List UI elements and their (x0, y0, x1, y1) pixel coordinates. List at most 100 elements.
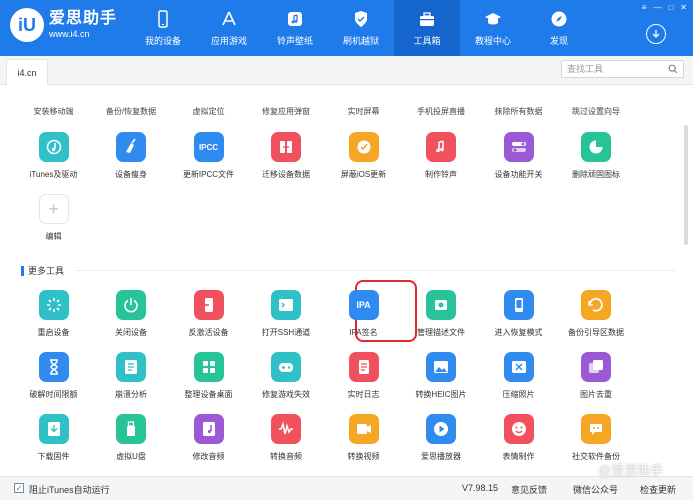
video-icon (348, 414, 379, 444)
tool-item[interactable]: 制作铃声 (403, 132, 480, 180)
power-icon (116, 290, 146, 320)
tool-item[interactable]: 进入恢复模式 (480, 290, 557, 338)
backup-boot-icon (581, 290, 611, 320)
itunes-autorun-label[interactable]: 阻止iTunes自动运行 (29, 483, 110, 496)
tool-item[interactable]: IPA IPA签名 (325, 290, 402, 338)
tool-label-scrolled[interactable]: 修复应用弹窗 (248, 106, 325, 117)
tool-label: 设备瘦身 (115, 170, 147, 179)
tool-item[interactable]: 虚拟U盘 (93, 414, 170, 462)
nav-item-6[interactable]: 发现 (526, 0, 592, 56)
tool-label-scrolled[interactable]: 实时屏幕 (325, 106, 402, 117)
tool-item[interactable]: 整理设备桌面 (170, 352, 247, 400)
title-bar: iU 爱思助手 www.i4.cn 我的设备 应用游戏 铃声壁纸 刷机越狱 工具箱 教程中… (0, 0, 693, 56)
tool-item[interactable]: 爱思播放器 (403, 414, 480, 462)
tool-label-scrolled[interactable]: 跳过设置向导 (558, 106, 635, 117)
tool-label-scrolled[interactable]: 抹除所有数据 (480, 106, 557, 117)
tool-label: 崩溃分析 (115, 390, 147, 399)
wechat-link[interactable]: 微信公众号 (573, 483, 618, 496)
dedupe-icon (581, 352, 611, 382)
tool-label: 制作铃声 (425, 170, 457, 179)
tool-item[interactable]: 转换视频 (325, 414, 402, 462)
tool-item[interactable]: 反激活设备 (170, 290, 247, 338)
app-store-icon (220, 10, 238, 28)
tool-item[interactable]: 破解时间限额 (15, 352, 92, 400)
gear-file-icon (426, 290, 456, 320)
tool-label-scrolled[interactable]: 手机投屏直播 (403, 106, 480, 117)
tool-item[interactable]: 屏蔽iOS更新 (325, 132, 402, 180)
itunes-autorun-checkbox[interactable]: ✓ (14, 483, 24, 493)
nav-label: 我的设备 (144, 35, 181, 46)
deactivate-icon (193, 290, 224, 320)
search-icon[interactable] (668, 64, 678, 74)
tab-i4cn[interactable]: i4.cn (6, 59, 48, 85)
tool-item[interactable]: 压缩照片 (480, 352, 557, 400)
tool-item[interactable]: 修改音频 (170, 414, 247, 462)
tool-label-scrolled[interactable]: 备份/恢复数据 (93, 106, 170, 117)
tool-label: 迁移设备数据 (262, 170, 310, 179)
gamepad-icon (271, 352, 301, 382)
block-update-icon (348, 132, 379, 162)
pie-icon (581, 132, 611, 162)
section-title: 更多工具 (28, 266, 65, 276)
tool-item[interactable]: 下载固件 (15, 414, 92, 462)
ipcc-icon: IPCC (193, 132, 224, 162)
tool-item[interactable]: 转换音频 (248, 414, 325, 462)
nav-label: 发现 (549, 35, 568, 46)
tool-item[interactable]: 备份引导区数据 (558, 290, 635, 338)
waveform-icon (271, 414, 301, 444)
tool-item[interactable]: + 编辑 (15, 194, 92, 242)
logo-mark: iU (10, 8, 44, 42)
tool-item[interactable]: 崩溃分析 (93, 352, 170, 400)
menu-icon[interactable]: ≡ (642, 3, 647, 12)
heic-icon (426, 352, 456, 382)
tool-label: 压缩照片 (502, 390, 535, 399)
tool-item[interactable]: 社交软件备份 (558, 414, 635, 462)
nav-item-2[interactable]: 铃声壁纸 (262, 0, 328, 56)
tool-item[interactable]: 关闭设备 (93, 290, 170, 338)
tool-label-scrolled[interactable]: 安装移动端 (15, 106, 92, 117)
tool-item[interactable]: 表情制作 (480, 414, 557, 462)
tool-item[interactable]: 修复游戏失效 (248, 352, 325, 400)
tool-item[interactable]: 重启设备 (15, 290, 92, 338)
section-bar (21, 265, 24, 276)
tool-item[interactable]: iTunes及驱动 (15, 132, 92, 180)
tool-item[interactable]: IPCC 更新IPCC文件 (170, 132, 247, 180)
nav-item-4[interactable]: 工具箱 (394, 0, 460, 56)
status-bar: ✓ 阻止iTunes自动运行 V7.98.15 意见反馈 微信公众号 检查更新 (0, 476, 693, 500)
download-button[interactable] (646, 24, 666, 44)
tool-item[interactable]: 设备功能开关 (480, 132, 557, 180)
ipa-icon: IPA (348, 290, 379, 320)
nav-item-1[interactable]: 应用游戏 (196, 0, 262, 56)
minimize-icon[interactable]: — (653, 3, 661, 12)
tool-item[interactable]: 删除顽固图标 (558, 132, 635, 180)
tool-item[interactable]: 打开SSH通道 (248, 290, 325, 338)
tool-item[interactable]: 图片去重 (558, 352, 635, 400)
app-name: 爱思助手 (49, 10, 118, 27)
tool-label: 整理设备桌面 (184, 390, 233, 399)
tool-label: 修改音频 (192, 452, 225, 461)
tool-label-scrolled[interactable]: 虚拟定位 (170, 106, 247, 117)
tool-item[interactable]: 转换HEIC图片 (403, 352, 480, 400)
nav-label: 工具箱 (413, 35, 441, 46)
check-update-link[interactable]: 检查更新 (640, 483, 676, 496)
scroll-thumb[interactable] (684, 125, 688, 245)
tool-item[interactable]: 实时日志 (325, 352, 402, 400)
scrollbar[interactable] (684, 85, 689, 475)
maximize-icon[interactable]: □ (668, 3, 673, 12)
terminal-icon (271, 290, 301, 320)
close-icon[interactable]: ✕ (680, 3, 687, 12)
tool-item[interactable]: 迁移设备数据 (248, 132, 325, 180)
phone-icon (154, 9, 172, 28)
nav-item-0[interactable]: 我的设备 (130, 0, 196, 56)
nav-item-5[interactable]: 教程中心 (460, 0, 526, 56)
search-input[interactable] (562, 61, 662, 77)
section-divider (75, 270, 675, 271)
tool-item[interactable]: 管理描述文件 (403, 290, 480, 338)
tool-label: 图片去重 (580, 390, 612, 399)
usb-icon (116, 414, 146, 444)
tool-item[interactable]: 设备瘦身 (93, 132, 170, 180)
feedback-link[interactable]: 意见反馈 (511, 483, 547, 496)
toggle-icon (503, 132, 534, 162)
tool-label: 进入恢复模式 (494, 328, 543, 337)
nav-item-3[interactable]: 刷机越狱 (328, 0, 394, 56)
